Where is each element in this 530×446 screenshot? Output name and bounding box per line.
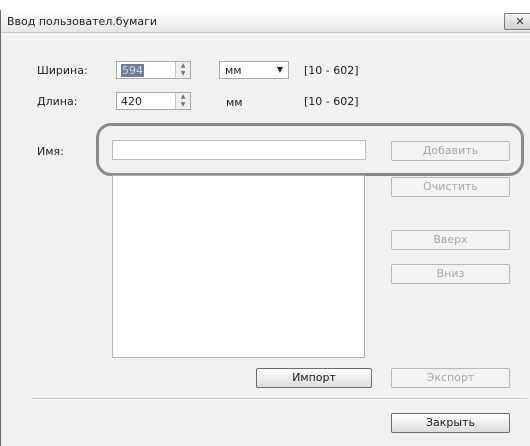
export-button[interactable]: Экспорт bbox=[391, 368, 510, 388]
name-input[interactable] bbox=[112, 140, 366, 160]
length-value[interactable]: 420 bbox=[121, 95, 142, 108]
spin-up-icon[interactable]: ▲ bbox=[176, 62, 190, 70]
name-label: Имя: bbox=[37, 145, 64, 158]
length-spinbox[interactable]: 420 ▲ ▼ bbox=[116, 92, 191, 110]
chevron-down-icon[interactable]: ▼ bbox=[277, 65, 283, 74]
spin-up-icon[interactable]: ▲ bbox=[176, 93, 190, 101]
width-range: [10 - 602] bbox=[304, 64, 359, 77]
length-unit: мм bbox=[226, 96, 243, 109]
unit-select[interactable]: мм ▼ bbox=[219, 61, 289, 79]
add-button[interactable]: Добавить bbox=[391, 141, 510, 161]
length-label: Длина: bbox=[37, 95, 78, 108]
unit-select-value: мм bbox=[225, 64, 242, 77]
width-value[interactable]: 594 bbox=[121, 64, 144, 77]
close-button[interactable]: Закрыть bbox=[391, 413, 510, 433]
width-label: Ширина: bbox=[37, 64, 88, 77]
move-down-button[interactable]: Вниз bbox=[391, 264, 510, 284]
length-spin-arrows[interactable]: ▲ ▼ bbox=[175, 93, 190, 109]
title-bar: Ввод пользовател.бумаги ✕ bbox=[1, 10, 530, 33]
width-spinbox[interactable]: 594 ▲ ▼ bbox=[116, 61, 191, 79]
move-up-button[interactable]: Вверх bbox=[391, 230, 510, 250]
spin-down-icon[interactable]: ▼ bbox=[176, 101, 190, 109]
dialog-title: Ввод пользовател.бумаги bbox=[7, 15, 158, 28]
divider bbox=[32, 398, 527, 400]
close-icon: ✕ bbox=[515, 15, 525, 28]
width-spin-arrows[interactable]: ▲ ▼ bbox=[175, 62, 190, 78]
spin-down-icon[interactable]: ▼ bbox=[176, 70, 190, 78]
length-range: [10 - 602] bbox=[304, 95, 359, 108]
clear-button[interactable]: Очистить bbox=[391, 177, 510, 197]
close-window-button[interactable]: ✕ bbox=[504, 13, 530, 30]
paper-name-list[interactable] bbox=[112, 175, 365, 358]
import-button[interactable]: Импорт bbox=[256, 368, 372, 388]
